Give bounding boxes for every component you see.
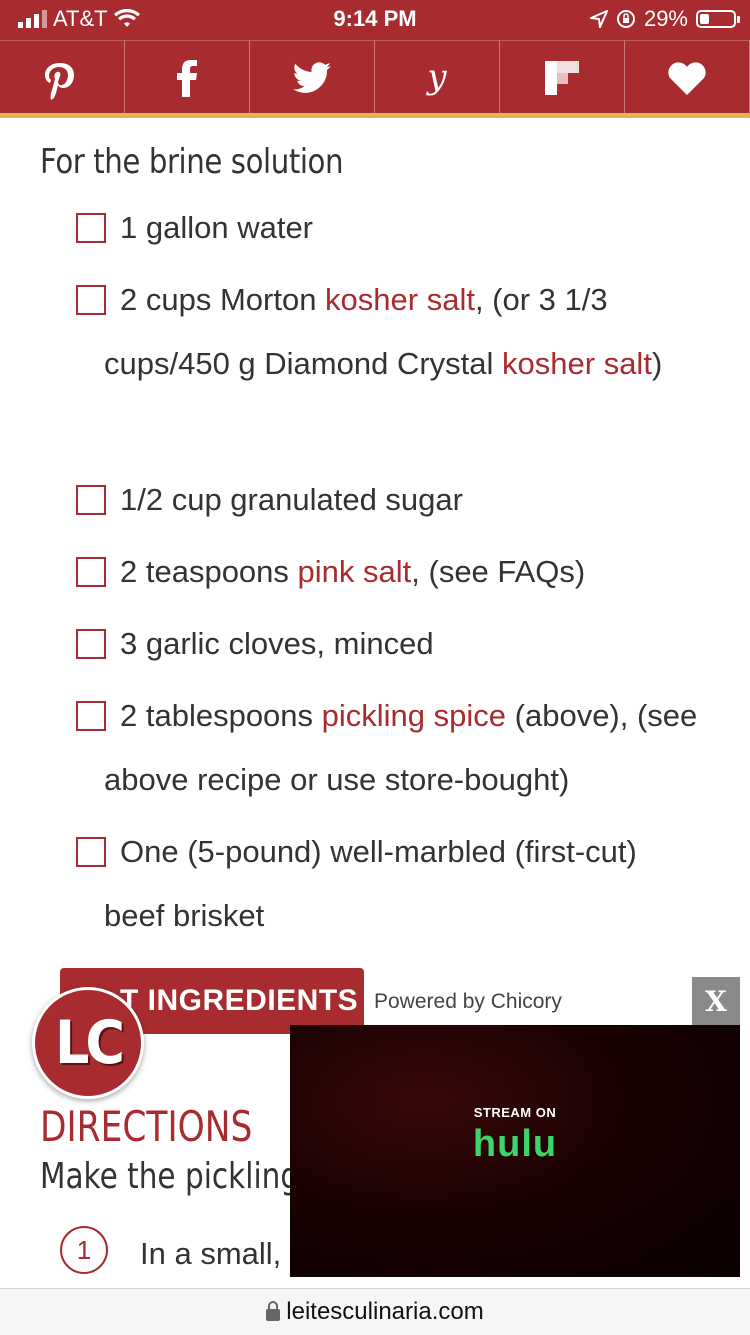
ingredient-checkbox[interactable] — [76, 285, 106, 315]
ingredient-item: 2 cups Morton kosher salt, (or 3 1/3 cup… — [76, 268, 704, 396]
ingredient-text: 2 tablespoons — [120, 698, 322, 733]
location-icon — [589, 10, 608, 28]
battery-icon — [696, 10, 740, 28]
flipboard-icon — [545, 60, 579, 95]
ingredient-text: ) — [651, 346, 663, 381]
close-ad-button[interactable]: X — [692, 977, 740, 1025]
ingredient-item: 1/2 cup granulated sugar — [76, 468, 724, 532]
twitter-icon — [293, 61, 331, 93]
ingredient-checkbox[interactable] — [76, 557, 106, 587]
share-bar: y — [0, 40, 750, 118]
ingredient-text: 2 teaspoons — [120, 554, 298, 589]
ingredient-text: 1 gallon water — [120, 210, 314, 245]
video-ad[interactable]: STREAM ON hulu — [290, 1025, 740, 1277]
ingredient-link[interactable]: kosher salt — [502, 346, 652, 381]
directions-subtitle: Make the pickling s — [40, 1156, 324, 1197]
yummly-icon: y — [425, 57, 447, 97]
pinterest-share-button[interactable] — [0, 40, 125, 114]
url-bar[interactable]: leitesculinaria.com — [0, 1288, 750, 1335]
lock-icon — [266, 1301, 281, 1321]
status-bar: AT&T 9:14 PM 29% — [0, 0, 750, 40]
ingredient-item: 3 garlic cloves, minced — [76, 612, 724, 676]
flipboard-share-button[interactable] — [500, 40, 625, 114]
ingredient-text: 1/2 cup granulated sugar — [120, 482, 463, 517]
step-number: 1 — [60, 1226, 108, 1274]
step-text: In a small, — [140, 1236, 282, 1271]
site-logo[interactable]: LC — [32, 987, 144, 1099]
yummly-share-button[interactable]: y — [375, 40, 500, 114]
ingredient-checkbox[interactable] — [76, 485, 106, 515]
section-title: For the brine solution — [40, 142, 344, 182]
ingredient-checkbox[interactable] — [76, 629, 106, 659]
twitter-share-button[interactable] — [250, 40, 375, 114]
directions-title: DIRECTIONS — [40, 1102, 253, 1151]
ingredient-item: One (5-pound) well-marbled (first-cut) b… — [76, 820, 704, 948]
heart-icon — [668, 61, 706, 95]
ad-brand-logo: hulu — [472, 1123, 558, 1165]
accent-stripe — [0, 113, 750, 118]
ingredient-text: One (5-pound) well-marbled (first-cut) b… — [104, 834, 637, 933]
ingredient-text: 2 cups Morton — [120, 282, 326, 317]
url-text: leitesculinaria.com — [286, 1298, 484, 1325]
ingredient-checkbox[interactable] — [76, 213, 106, 243]
facebook-share-button[interactable] — [125, 40, 250, 114]
pinterest-icon — [45, 62, 74, 100]
ingredient-checkbox[interactable] — [76, 837, 106, 867]
ingredient-link[interactable]: kosher salt — [325, 282, 475, 317]
facebook-icon — [177, 59, 197, 97]
ingredient-text: , (see FAQs) — [411, 554, 586, 589]
ingredient-link[interactable]: pickling spice — [322, 698, 506, 733]
ingredient-item: 1 gallon water — [76, 196, 724, 260]
powered-by-label: Powered by Chicory — [374, 990, 562, 1013]
ingredient-checkbox[interactable] — [76, 701, 106, 731]
status-right: 29% — [589, 6, 740, 32]
battery-percent: 29% — [643, 6, 688, 31]
ingredient-item: 2 tablespoons pickling spice (above), (s… — [76, 684, 704, 812]
rotation-lock-icon — [616, 10, 635, 28]
ingredient-link[interactable]: pink salt — [298, 554, 412, 589]
ingredient-item: 2 teaspoons pink salt, (see FAQs) — [76, 540, 724, 604]
svg-text:y: y — [425, 57, 447, 97]
favorite-button[interactable] — [625, 40, 750, 114]
ad-stream-label: STREAM ON — [473, 1105, 557, 1120]
ingredient-text: 3 garlic cloves, minced — [120, 626, 434, 661]
